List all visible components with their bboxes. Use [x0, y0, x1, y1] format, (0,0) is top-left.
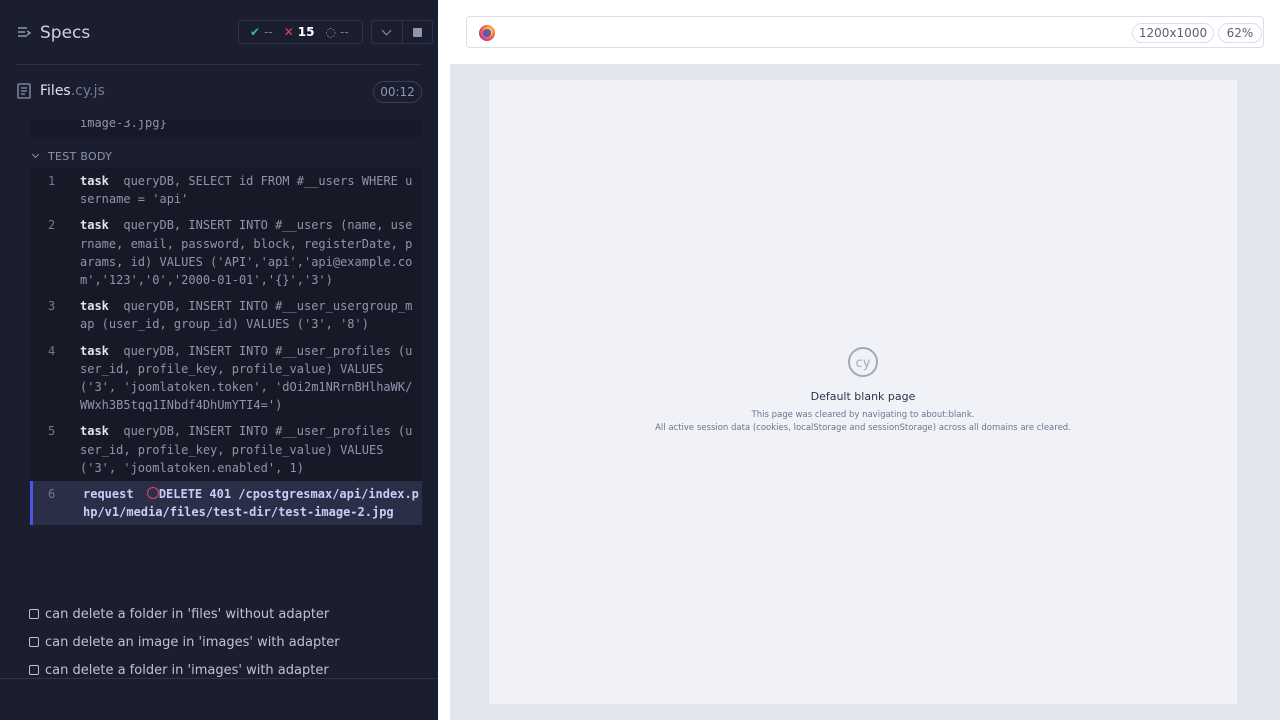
blank-page-line-2: All active session data (cookies, localS…: [655, 423, 1071, 433]
panel-resize-handle[interactable]: [438, 0, 450, 720]
passed-stat: ✔ --: [250, 25, 273, 39]
collapse-button[interactable]: [372, 21, 402, 43]
command-name: task: [80, 174, 109, 188]
section-title: TEST BODY: [48, 149, 113, 163]
reporter-header: Specs ✔ -- ✕ 15 ◌ --: [0, 0, 438, 64]
command-number: 3: [48, 299, 56, 314]
footer-divider: [0, 678, 438, 679]
previous-command-tail: image-3.jpg}: [30, 120, 422, 137]
duration-badge: 00:12: [373, 81, 422, 103]
aut-iframe[interactable]: cy Default blank page This page was clea…: [489, 80, 1237, 704]
command-message: queryDB, INSERT INTO #__user_usergroup_m…: [80, 299, 413, 332]
cypress-logo-icon: cy: [848, 347, 878, 377]
command-message: DELETE 401 /cpostgresmax/api/index.php/v…: [83, 487, 419, 520]
command-number: 5: [48, 424, 56, 439]
test-title: can delete a folder in 'images' with ada…: [45, 662, 329, 678]
url-bar[interactable]: 1200x1000 62%: [466, 16, 1264, 48]
spinner-icon: ◌: [325, 25, 336, 39]
blank-page-message: cy Default blank page This page was clea…: [489, 346, 1237, 435]
checkbox-icon: [29, 609, 39, 619]
command-name: request: [83, 487, 134, 502]
document-icon: [17, 83, 31, 99]
command-text: task queryDB, INSERT INTO #__user_profil…: [80, 422, 416, 477]
pending-stat: ◌ --: [326, 25, 349, 39]
stats-bar: ✔ -- ✕ 15 ◌ --: [238, 20, 363, 44]
blank-page-line-1: This page was cleared by navigating to a…: [751, 410, 975, 420]
check-icon: ✔: [250, 25, 261, 39]
command-message: queryDB, INSERT INTO #__user_profiles (u…: [80, 424, 413, 475]
zoom-badge[interactable]: 62%: [1218, 23, 1262, 43]
command-row[interactable]: 2 task queryDB, INSERT INTO #__users (na…: [30, 212, 422, 293]
command-log[interactable]: image-3.jpg} TEST BODY 1 task queryDB, S…: [0, 120, 438, 678]
command-row-failed[interactable]: 6 request DELETE 401 /cpostgresmax/api/i…: [30, 481, 422, 526]
test-body-header[interactable]: TEST BODY: [30, 148, 112, 164]
test-item[interactable]: can delete a folder in 'images' with ada…: [29, 656, 340, 678]
checkbox-icon: [29, 665, 39, 675]
run-controls: [371, 20, 433, 44]
command-name: task: [80, 299, 109, 314]
spec-file-row: Files.cy.js 00:12: [0, 78, 438, 106]
svg-text:cy: cy: [856, 356, 871, 371]
command-number: 2: [48, 218, 56, 233]
test-title: can delete an image in 'images' with ada…: [45, 634, 340, 650]
test-list: can delete a folder in 'files' without a…: [29, 600, 340, 678]
command-message: queryDB, INSERT INTO #__user_profiles (u…: [80, 343, 413, 413]
command-text: task queryDB, INSERT INTO #__user_usergr…: [80, 297, 416, 333]
aut-toolbar: 1200x1000 62%: [450, 0, 1280, 64]
chevron-down-icon: [31, 150, 40, 159]
reporter-panel: Specs ✔ -- ✕ 15 ◌ -- Files.cy.js 00:12 i…: [0, 0, 438, 720]
command-text: task queryDB, INSERT INTO #__users (name…: [80, 216, 416, 289]
command-text: task queryDB, INSERT INTO #__user_profil…: [80, 342, 416, 415]
command-name: task: [80, 424, 109, 439]
spec-file-base: Files: [40, 83, 71, 99]
firefox-icon[interactable]: [479, 25, 495, 41]
command-name: task: [80, 218, 109, 233]
app-under-test-panel: 1200x1000 62% cy Default blank page This…: [450, 0, 1280, 720]
spec-file-name[interactable]: Files.cy.js: [40, 83, 105, 99]
command-text: task queryDB, SELECT id FROM #__users WH…: [80, 172, 416, 208]
command-number: 4: [48, 343, 56, 358]
x-icon: ✕: [283, 25, 294, 39]
command-text: request DELETE 401 /cpostgresmax/api/ind…: [83, 485, 419, 521]
blank-page-title: Default blank page: [810, 390, 916, 403]
failed-stat: ✕ 15: [284, 25, 315, 39]
command-row[interactable]: 1 task queryDB, SELECT id FROM #__users …: [30, 168, 422, 212]
viewport-size-badge[interactable]: 1200x1000: [1132, 23, 1214, 43]
command-number: 1: [48, 174, 56, 188]
stop-icon: [412, 27, 422, 37]
command-row[interactable]: 5 task queryDB, INSERT INTO #__user_prof…: [30, 418, 422, 481]
test-item[interactable]: can delete a folder in 'files' without a…: [29, 600, 340, 628]
pending-count: --: [339, 25, 349, 39]
command-name: task: [80, 343, 109, 358]
chevron-down-icon: [382, 25, 392, 36]
command-row[interactable]: 4 task queryDB, INSERT INTO #__user_prof…: [30, 338, 422, 419]
command-message: queryDB, SELECT id FROM #__users WHERE u…: [80, 174, 413, 207]
failed-count: 15: [297, 25, 315, 39]
passed-count: --: [264, 25, 273, 39]
specs-title[interactable]: Specs: [40, 23, 90, 43]
command-list: 1 task queryDB, SELECT id FROM #__users …: [30, 168, 422, 526]
stop-button[interactable]: [401, 21, 432, 43]
specs-list-icon[interactable]: [17, 26, 31, 40]
command-row[interactable]: 3 task queryDB, INSERT INTO #__user_user…: [30, 293, 422, 337]
command-number: 6: [48, 487, 56, 502]
test-item[interactable]: can delete an image in 'images' with ada…: [29, 628, 340, 656]
header-divider: [16, 64, 422, 65]
spec-file-ext: .cy.js: [70, 83, 105, 99]
error-ring-icon: [146, 487, 159, 500]
test-title: can delete a folder in 'files' without a…: [45, 606, 330, 622]
checkbox-icon: [29, 637, 39, 647]
command-message: queryDB, INSERT INTO #__users (name, use…: [80, 218, 413, 288]
